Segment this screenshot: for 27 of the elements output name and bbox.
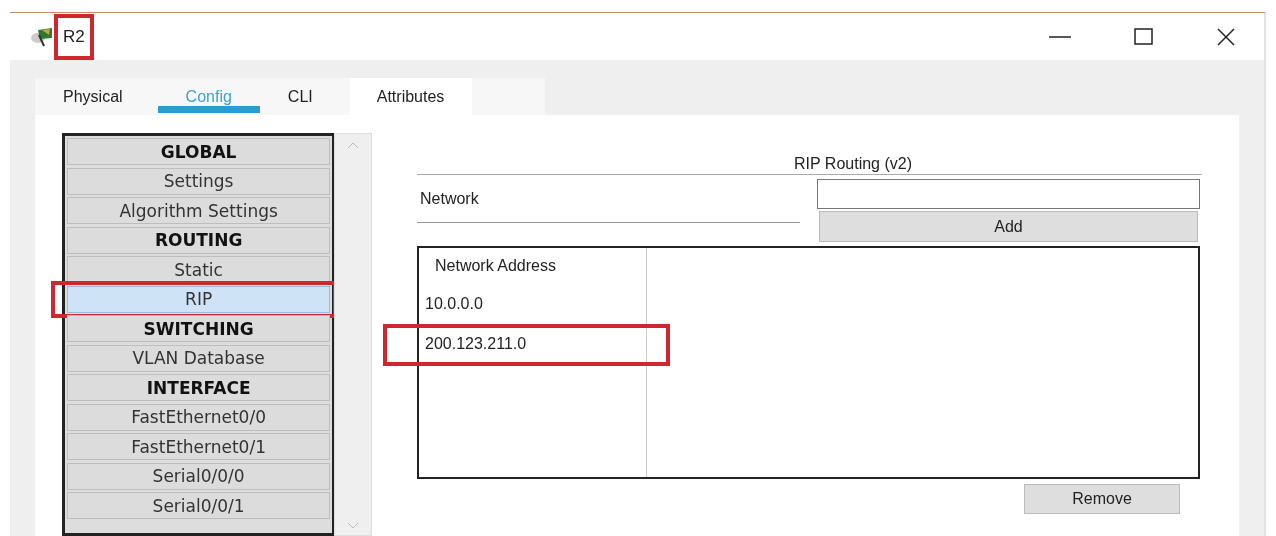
sidebar-item[interactable]: Serial0/0/1: [67, 492, 331, 519]
table-cell[interactable]: 200.123.211.0: [425, 335, 527, 353]
add-button[interactable]: Add: [819, 211, 1198, 242]
remove-button[interactable]: Remove: [1024, 484, 1180, 514]
section-header: GLOBAL: [67, 138, 331, 165]
table-cell[interactable]: 10.0.0.0: [425, 295, 483, 313]
tab[interactable]: CLI: [287, 78, 313, 115]
sidebar-item[interactable]: Settings: [67, 167, 331, 195]
field-label: Network: [420, 189, 479, 208]
section-header: SWITCHING: [67, 315, 331, 342]
section-title: RIP Routing (v2): [794, 155, 912, 172]
sidebar-item[interactable]: FastEthernet0/0: [67, 403, 331, 431]
tab[interactable]: Physical: [63, 78, 123, 115]
network-input-field[interactable]: [817, 179, 1200, 209]
sidebar-item[interactable]: Serial0/0/0: [67, 462, 331, 490]
section-header: ROUTING: [67, 226, 331, 254]
sidebar-item[interactable]: FastEthernet0/1: [67, 433, 331, 460]
close-icon[interactable]: [1216, 26, 1236, 47]
maximize-icon[interactable]: [1134, 26, 1154, 47]
sidebar-item[interactable]: VLAN Database: [67, 344, 331, 372]
sidebar-item[interactable]: Static: [67, 256, 331, 283]
tab[interactable]: Attributes: [349, 78, 473, 115]
section-header: INTERFACE: [67, 374, 331, 401]
sidebar-item[interactable]: RIP: [67, 285, 331, 313]
window-title: R2: [63, 26, 85, 46]
column-header: Network Address: [435, 257, 556, 275]
sidebar-item[interactable]: Algorithm Settings: [67, 197, 331, 224]
